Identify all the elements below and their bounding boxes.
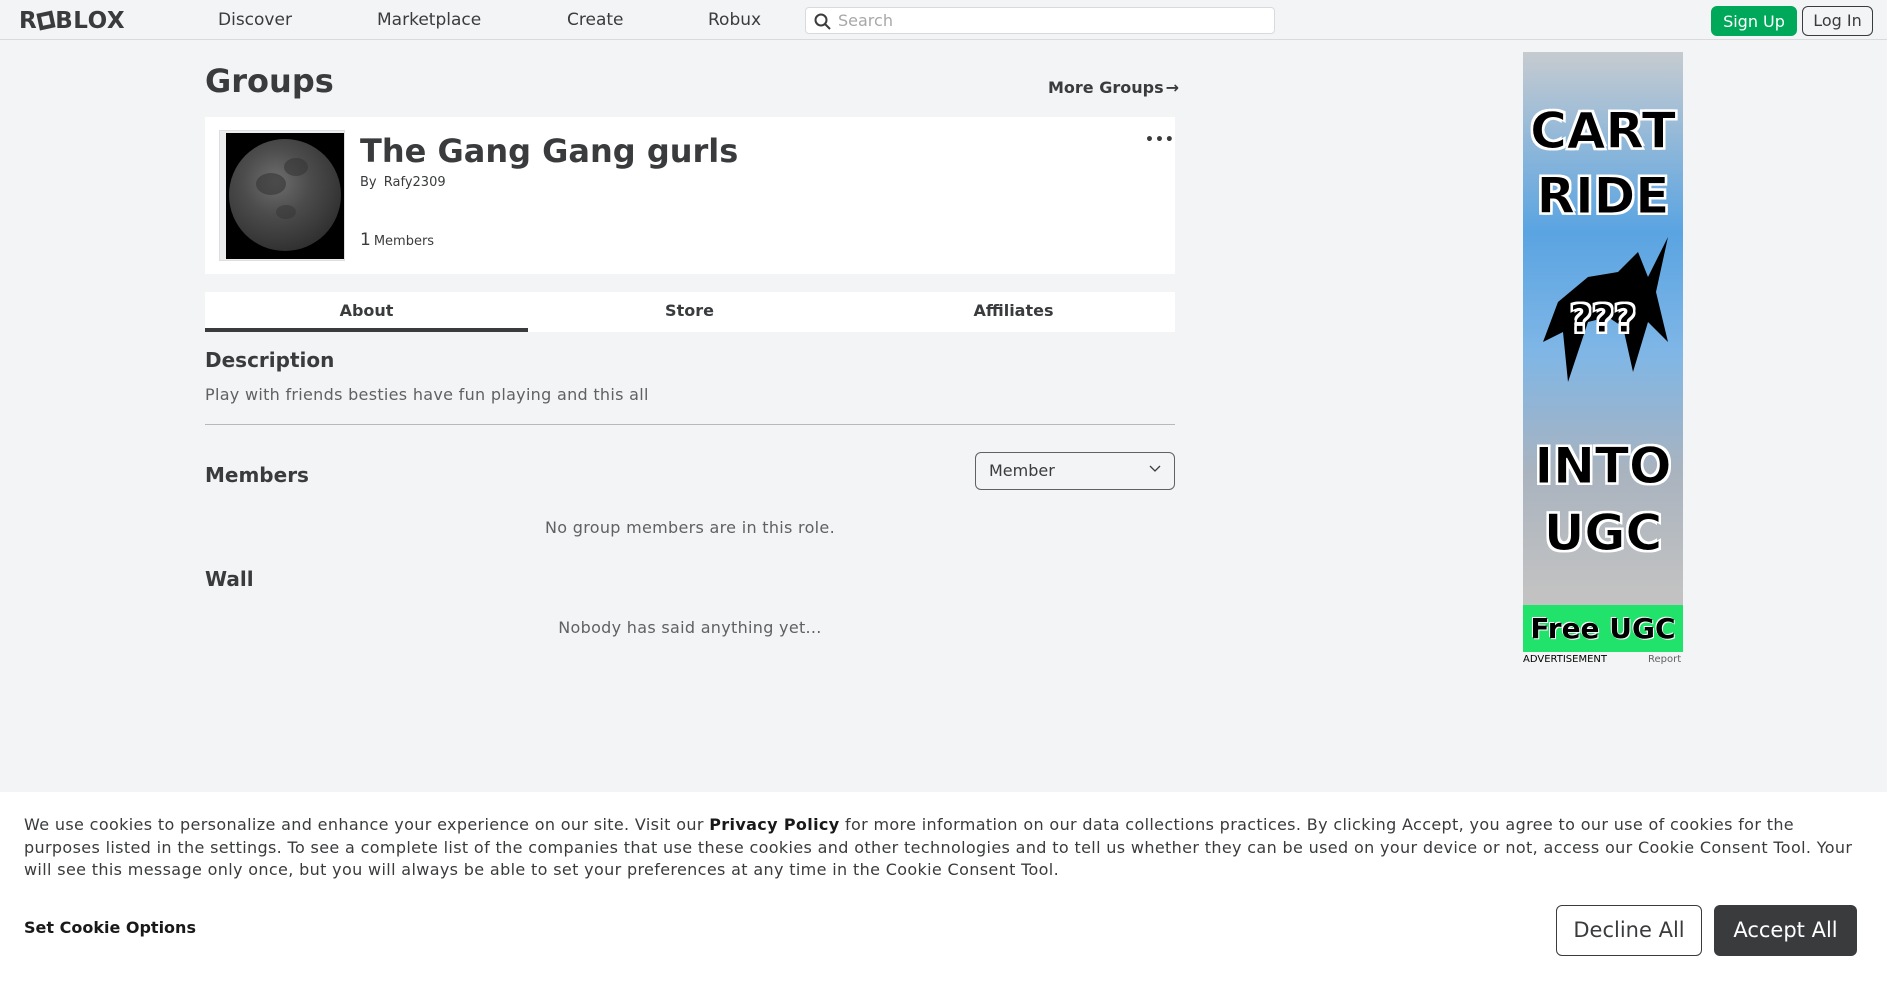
moon-image xyxy=(226,133,344,259)
sign-up-button[interactable]: Sign Up xyxy=(1711,6,1797,36)
role-dropdown[interactable]: Member xyxy=(975,452,1175,490)
search-input[interactable] xyxy=(838,10,1268,31)
log-in-button[interactable]: Log In xyxy=(1802,6,1873,36)
chevron-down-icon xyxy=(1149,465,1161,472)
wall-empty-message: Nobody has said anything yet... xyxy=(558,618,822,637)
ad-text-line: INTO xyxy=(1534,437,1672,496)
group-name: The Gang Gang gurls xyxy=(360,132,739,170)
cookie-message: We use cookies to personalize and enhanc… xyxy=(24,814,1864,882)
role-selected-value: Member xyxy=(989,461,1055,480)
page-title: Groups xyxy=(205,62,334,100)
tab-affiliates[interactable]: Affiliates xyxy=(852,292,1175,332)
accept-all-button[interactable]: Accept All xyxy=(1714,905,1857,956)
more-groups-label: More Groups xyxy=(1048,78,1164,97)
logo-square-o xyxy=(36,10,56,31)
privacy-policy-link[interactable]: Privacy Policy xyxy=(709,815,839,834)
nav-create[interactable]: Create xyxy=(567,10,624,30)
nav-discover[interactable]: Discover xyxy=(218,10,292,30)
ad-banner-text: Free UGC ! xyxy=(1530,612,1676,645)
ad-text-line: CART xyxy=(1530,102,1677,161)
tab-store[interactable]: Store xyxy=(528,292,851,332)
group-emblem xyxy=(219,130,345,261)
set-cookie-options-link[interactable]: Set Cookie Options xyxy=(24,918,196,937)
members-label: Members xyxy=(373,234,435,249)
roblox-logo[interactable]: R BLOX xyxy=(19,8,125,34)
arrow-right-icon: → xyxy=(1165,78,1180,97)
page-scrollbar[interactable] xyxy=(1887,0,1904,986)
group-tabs: About Store Affiliates xyxy=(205,292,1175,332)
more-options-icon[interactable]: ••• xyxy=(1145,132,1175,148)
description-title: Description xyxy=(205,348,335,372)
group-header-card: The Gang Gang gurls By Rafy2309 1 Members… xyxy=(205,117,1175,274)
ad-text-line: RIDE xyxy=(1536,167,1670,226)
by-label: By xyxy=(360,175,377,190)
group-description: Play with friends besties have fun playi… xyxy=(205,385,649,404)
member-count-value: 1 xyxy=(360,230,371,250)
cookie-text-before: We use cookies to personalize and enhanc… xyxy=(24,815,710,834)
search-box xyxy=(805,7,1275,34)
advertisement-label: ADVERTISEMENT xyxy=(1523,654,1608,665)
ad-green-banner: Free UGC ! xyxy=(1523,605,1683,652)
ad-text-line: UGC xyxy=(1543,504,1663,563)
nav-marketplace[interactable]: Marketplace xyxy=(377,10,481,30)
cookie-consent-banner: We use cookies to personalize and enhanc… xyxy=(0,792,1887,986)
advertisement-banner[interactable]: CART RIDE ??? INTO UGC Free UGC ! xyxy=(1523,52,1683,652)
members-title: Members xyxy=(205,463,309,487)
divider xyxy=(205,424,1175,425)
owner-link[interactable]: Rafy2309 xyxy=(384,175,446,190)
decline-all-button[interactable]: Decline All xyxy=(1556,905,1702,956)
nav-robux[interactable]: Robux xyxy=(708,10,761,30)
more-groups-link[interactable]: More Groups → xyxy=(1048,78,1179,97)
members-empty-message: No group members are in this role. xyxy=(545,518,835,537)
tab-about[interactable]: About xyxy=(205,292,528,332)
report-ad-link[interactable]: Report xyxy=(1648,654,1681,665)
search-icon xyxy=(814,13,831,30)
group-owner: By Rafy2309 xyxy=(360,175,446,190)
ad-text-line: ??? xyxy=(1569,297,1637,342)
group-member-count: 1 Members xyxy=(360,230,434,250)
top-navigation-bar: R BLOX Discover Marketplace Create Robux … xyxy=(0,0,1887,40)
wall-title: Wall xyxy=(205,567,254,591)
